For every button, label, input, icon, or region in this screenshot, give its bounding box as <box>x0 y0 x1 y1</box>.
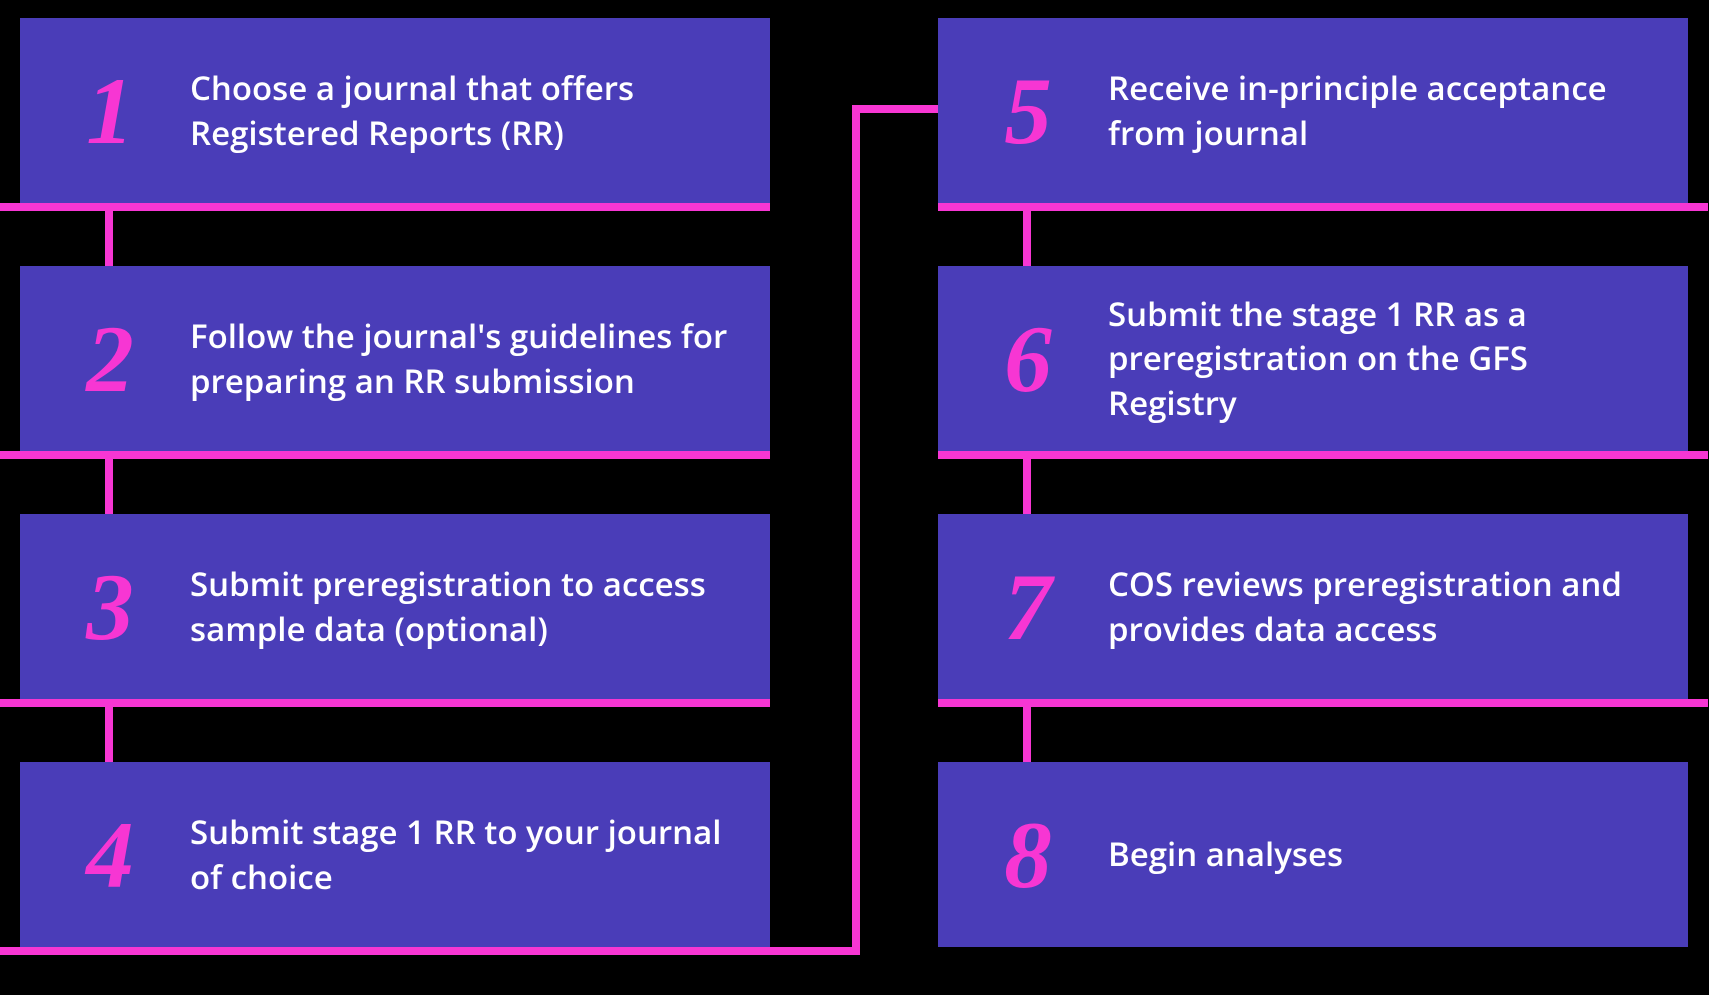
connector-1-2 <box>105 203 113 266</box>
step-6-box: 6 Submit the stage 1 RR as a preregistra… <box>938 266 1688 451</box>
connector-center-vertical <box>852 105 860 955</box>
step-3-box: 3 Submit preregistration to access sampl… <box>20 514 770 699</box>
connector-5-6 <box>1023 203 1031 266</box>
connector-3-4 <box>105 699 113 762</box>
connector-4-bottom <box>0 947 860 955</box>
step-5-text: Receive in-principle acceptance from jou… <box>1098 66 1658 155</box>
step-5-number: 5 <box>958 56 1098 166</box>
step-8-number: 8 <box>958 800 1098 910</box>
step-4-number: 4 <box>40 800 180 910</box>
step-2-number: 2 <box>40 304 180 414</box>
step-4-box: 4 Submit stage 1 RR to your journal of c… <box>20 762 770 947</box>
step-6-text: Submit the stage 1 RR as a preregistrati… <box>1098 292 1658 426</box>
step-6-number: 6 <box>958 304 1098 414</box>
step-8-text: Begin analyses <box>1098 832 1343 877</box>
step-7-box: 7 COS reviews preregistration and provid… <box>938 514 1688 699</box>
connector-2-3 <box>105 451 113 514</box>
step-7-number: 7 <box>958 552 1098 662</box>
connector-6-bottom <box>938 451 1708 459</box>
connector-6-7 <box>1023 451 1031 514</box>
connector-1-bottom <box>0 203 770 211</box>
connector-5-bottom <box>938 203 1708 211</box>
step-2-box: 2 Follow the journal's guidelines for pr… <box>20 266 770 451</box>
step-1-box: 1 Choose a journal that offers Registere… <box>20 18 770 203</box>
step-3-number: 3 <box>40 552 180 662</box>
connector-center-top <box>852 105 938 113</box>
step-7-text: COS reviews preregistration and provides… <box>1098 562 1658 651</box>
connector-7-bottom <box>938 699 1708 707</box>
connector-2-bottom <box>0 451 770 459</box>
step-5-box: 5 Receive in-principle acceptance from j… <box>938 18 1688 203</box>
step-1-number: 1 <box>40 56 180 166</box>
step-4-text: Submit stage 1 RR to your journal of cho… <box>180 810 740 899</box>
step-2-text: Follow the journal's guidelines for prep… <box>180 314 740 403</box>
connector-7-8 <box>1023 699 1031 762</box>
step-8-box: 8 Begin analyses <box>938 762 1688 947</box>
step-3-text: Submit preregistration to access sample … <box>180 562 740 651</box>
connector-3-bottom <box>0 699 770 707</box>
step-1-text: Choose a journal that offers Registered … <box>180 66 740 155</box>
